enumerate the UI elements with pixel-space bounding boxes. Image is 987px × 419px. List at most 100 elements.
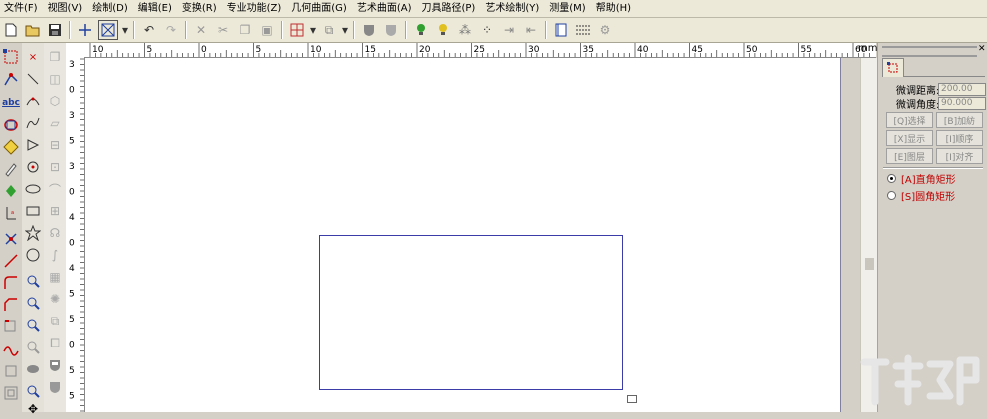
arc-tool-icon[interactable] <box>22 91 44 111</box>
layer-icon[interactable]: ⧉ <box>320 21 338 39</box>
bend-icon[interactable]: ⌒ <box>44 179 66 199</box>
toolpath-a-icon[interactable]: ⁂ <box>456 21 474 39</box>
toolpath-b-icon[interactable]: ⁘ <box>478 21 496 39</box>
menu-view[interactable]: 视图(V) <box>44 0 89 17</box>
menu-measure[interactable]: 测量(M) <box>545 0 591 17</box>
full-circle-tool-icon[interactable] <box>22 245 44 265</box>
radio-rect[interactable] <box>887 174 896 183</box>
wave-tool-icon[interactable] <box>0 339 22 359</box>
pan-icon[interactable]: ✥ <box>22 399 44 419</box>
tab-rectangle[interactable] <box>882 58 904 77</box>
new-file-icon[interactable] <box>2 21 20 39</box>
align-icon[interactable]: ⊞ <box>44 201 66 221</box>
undo-icon[interactable]: ↶ <box>140 21 158 39</box>
close-icon[interactable]: × <box>22 47 44 67</box>
add-button[interactable]: [B]加紡 <box>936 112 983 128</box>
menu-draw[interactable]: 绘制(D) <box>88 0 134 17</box>
fine-distance-input[interactable]: 200.00 <box>938 82 986 96</box>
select-node-icon[interactable] <box>0 47 22 67</box>
rectangle-tool-icon[interactable] <box>22 201 44 221</box>
menu-geometry-surface[interactable]: 几何曲面(G) <box>287 0 353 17</box>
order-button[interactable]: [I]顺序 <box>936 130 983 146</box>
delete-icon[interactable]: ✕ <box>192 21 210 39</box>
rectangle-shape[interactable] <box>319 235 623 390</box>
merge-icon[interactable]: ⧉ <box>44 311 66 331</box>
node-edit-icon[interactable] <box>0 69 22 89</box>
chamfer-tool-icon[interactable] <box>0 295 22 315</box>
select-button[interactable]: [Q]选择 <box>886 112 933 128</box>
menu-toolpath[interactable]: 刀具路径(P) <box>418 0 482 17</box>
menu-transform[interactable]: 变换(R) <box>178 0 223 17</box>
crosshair-icon[interactable] <box>76 21 94 39</box>
spiral-icon[interactable]: ☊ <box>44 223 66 243</box>
measure-icon[interactable] <box>574 21 592 39</box>
zoom-all-icon[interactable] <box>22 337 44 357</box>
layer-button[interactable]: [E]图层 <box>886 148 933 164</box>
shape-tool-icon[interactable] <box>0 115 22 135</box>
corner-tool-icon[interactable] <box>0 317 22 337</box>
measure-tool-icon[interactable]: a <box>0 203 22 223</box>
burst-icon[interactable]: ✺ <box>44 289 66 309</box>
diamond-tool-icon[interactable] <box>0 137 22 157</box>
chevron-down-icon[interactable]: ▾ <box>120 21 130 39</box>
curve-tool-icon[interactable] <box>22 113 44 133</box>
radio-round-rect-row[interactable]: [S]圆角矩形 <box>887 188 955 203</box>
spring-icon[interactable]: ∫ <box>44 245 66 265</box>
chevron-down-icon[interactable]: ▾ <box>308 21 318 39</box>
toolpath-d-icon[interactable]: ⇤ <box>522 21 540 39</box>
fill-tool-icon[interactable] <box>0 181 22 201</box>
align-button[interactable]: [I]对齐 <box>936 148 983 164</box>
transform-tool-icon[interactable] <box>0 361 22 381</box>
intersect-icon[interactable]: ⧠ <box>44 333 66 353</box>
grid-icon[interactable] <box>288 21 306 39</box>
bulb-green-icon[interactable] <box>412 21 430 39</box>
menu-edit[interactable]: 编辑(E) <box>134 0 178 17</box>
rotate-icon[interactable]: ⬡ <box>44 91 66 111</box>
copy-icon[interactable]: ❐ <box>236 21 254 39</box>
panel-grip[interactable] <box>882 46 977 57</box>
copy-shape-icon[interactable]: ❐ <box>44 47 66 67</box>
zoom-out-icon[interactable] <box>22 315 44 335</box>
trim-tool-icon[interactable] <box>0 229 22 249</box>
select-box-icon[interactable] <box>98 20 118 40</box>
toolpath-c-icon[interactable]: ⇥ <box>500 21 518 39</box>
shield-outline-icon[interactable] <box>382 21 400 39</box>
bulb-yellow-icon[interactable] <box>434 21 452 39</box>
fillet-tool-icon[interactable] <box>0 273 22 293</box>
ellipse-tool-icon[interactable] <box>22 179 44 199</box>
menu-art-draw[interactable]: 艺术绘制(Y) <box>481 0 545 17</box>
scrollbar-thumb[interactable] <box>865 258 874 270</box>
radio-round-rect[interactable] <box>887 191 896 200</box>
display-button[interactable]: [X]显示 <box>886 130 933 146</box>
mirror-icon[interactable]: ◫ <box>44 69 66 89</box>
shield-icon[interactable] <box>44 355 66 375</box>
shield-outline-icon[interactable] <box>44 377 66 397</box>
radio-rect-row[interactable]: [A]直角矩形 <box>887 171 956 186</box>
cut-icon[interactable]: ✂ <box>214 21 232 39</box>
close-icon[interactable]: ✕ <box>978 44 986 54</box>
extend-tool-icon[interactable] <box>0 251 22 271</box>
menu-pro[interactable]: 专业功能(Z) <box>223 0 288 17</box>
skew-icon[interactable]: ▱ <box>44 113 66 133</box>
polyline-tool-icon[interactable] <box>22 135 44 155</box>
book-icon[interactable] <box>552 21 570 39</box>
pen-tool-icon[interactable] <box>0 159 22 179</box>
open-folder-icon[interactable] <box>24 21 42 39</box>
zoom-in-icon[interactable] <box>22 293 44 313</box>
text-tool-icon[interactable]: abc <box>0 93 22 113</box>
chevron-down-icon[interactable]: ▾ <box>340 21 350 39</box>
frame-tool-icon[interactable] <box>0 383 22 403</box>
redo-icon[interactable]: ↷ <box>162 21 180 39</box>
circle-tool-icon[interactable] <box>22 157 44 177</box>
gear-icon[interactable]: ⚙ <box>596 21 614 39</box>
fine-angle-input[interactable]: 90.000 <box>938 96 986 110</box>
menu-file[interactable]: 文件(F) <box>0 0 44 17</box>
menu-art-surface[interactable]: 艺术曲面(A) <box>353 0 418 17</box>
save-icon[interactable] <box>46 21 64 39</box>
line-tool-icon[interactable] <box>22 69 44 89</box>
paste-icon[interactable]: ▣ <box>258 21 276 39</box>
star-tool-icon[interactable] <box>22 223 44 243</box>
array-icon[interactable]: ⊟ <box>44 135 66 155</box>
eye-icon[interactable] <box>22 359 44 379</box>
zoom-window-icon[interactable] <box>22 271 44 291</box>
